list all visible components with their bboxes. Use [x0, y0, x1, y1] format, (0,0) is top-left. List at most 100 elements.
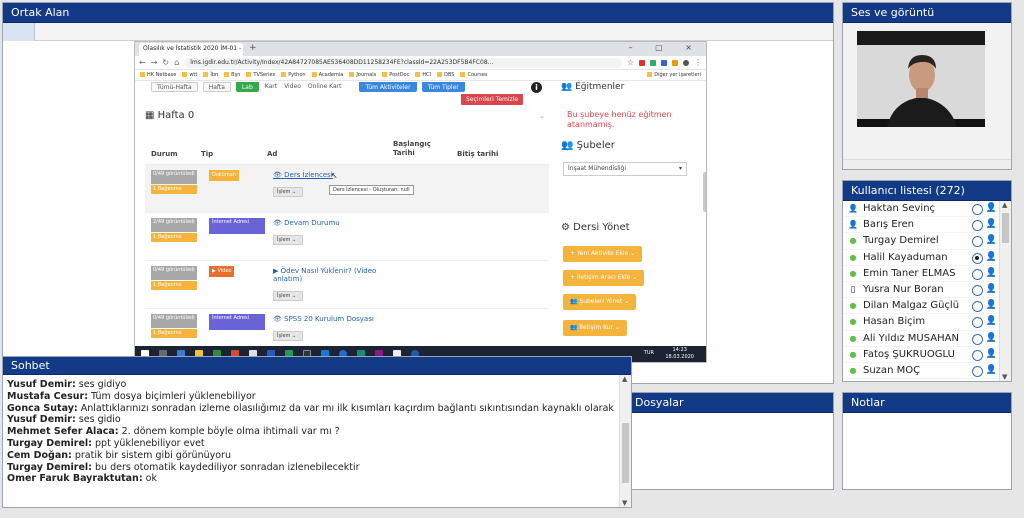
user-list-item[interactable]: ● Dilan Malgaz Güçlü 👤: [843, 298, 999, 315]
person-icon[interactable]: 👤: [986, 203, 997, 213]
select-radio-icon[interactable]: [972, 284, 983, 296]
scroll-down-icon[interactable]: ▼: [622, 499, 627, 507]
activity-link[interactable]: 👁 SPSS 20 Kurulum Dosyası: [273, 315, 374, 323]
person-icon[interactable]: 👤: [986, 365, 997, 375]
like-badge[interactable]: 1 Beğenme: [151, 329, 197, 338]
home-icon[interactable]: ⌂: [174, 58, 179, 67]
activity-link[interactable]: 👁 Devam Durumu: [273, 219, 340, 227]
user-list-item[interactable]: ● Turgay Demirel 👤: [843, 233, 999, 250]
activity-link[interactable]: ▶ Ödev Nasıl Yüklenir? (Video anlatım): [273, 267, 383, 283]
contact-button[interactable]: 👥 İletişim Kur ⌄: [563, 320, 627, 336]
clear-selection-button[interactable]: Seçimleri Temizle: [461, 94, 524, 105]
person-icon[interactable]: 👤: [986, 235, 997, 245]
filter-button[interactable]: Tümü-Hafta: [151, 82, 198, 92]
user-list-item[interactable]: 👤 Haktan Sevinç 👤: [843, 201, 999, 218]
window-controls[interactable]: – ▢ ×: [629, 43, 702, 52]
person-icon[interactable]: 👤: [986, 252, 997, 262]
bookmark-item[interactable]: Journals: [349, 72, 376, 78]
person-icon[interactable]: 👤: [986, 316, 997, 326]
action-dropdown[interactable]: İşlem ⌄: [273, 331, 303, 341]
bookmark-item[interactable]: HCI: [415, 72, 431, 78]
person-icon[interactable]: 👤: [986, 219, 997, 229]
person-icon[interactable]: 👤: [986, 300, 997, 310]
bookmark-item[interactable]: Python: [281, 72, 306, 78]
bookmark-item[interactable]: HK Netbase: [140, 72, 176, 78]
like-badge[interactable]: 1 Beğenme: [151, 233, 197, 242]
scroll-thumb[interactable]: [622, 423, 629, 483]
select-radio-icon[interactable]: [972, 365, 983, 377]
add-activity-button[interactable]: + Yeni Aktivite Ekle ⌄: [563, 246, 643, 262]
bookmark-item[interactable]: Diğer yer işaretleri: [647, 72, 701, 78]
back-icon[interactable]: ←: [139, 58, 146, 67]
filter-button[interactable]: Video: [283, 82, 302, 92]
manage-branches-button[interactable]: 👥 Şubeleri Yönet ⌄: [563, 294, 637, 310]
user-list-item[interactable]: 👤 Barış Eren 👤: [843, 217, 999, 234]
extension-icon[interactable]: [672, 59, 678, 66]
select-radio-icon[interactable]: [972, 204, 983, 215]
language-indicator[interactable]: TUR: [644, 350, 654, 356]
extension-icon[interactable]: [661, 59, 667, 66]
bookmark-item[interactable]: Academia: [311, 72, 343, 78]
user-list-header: Kullanıcı listesi (272): [843, 181, 1011, 201]
scroll-down-icon[interactable]: ▼: [1002, 373, 1007, 381]
select-radio-icon[interactable]: [972, 268, 983, 280]
action-dropdown[interactable]: İşlem ⌄: [273, 235, 303, 245]
info-icon[interactable]: i: [531, 82, 542, 93]
new-tab-icon[interactable]: +: [249, 43, 257, 53]
extension-icon[interactable]: [650, 59, 656, 66]
action-dropdown[interactable]: İşlem ⌄: [273, 291, 303, 301]
select-radio-icon[interactable]: [972, 333, 983, 345]
page-scrollbar[interactable]: [703, 172, 706, 212]
bookmark-item[interactable]: wtt: [182, 72, 197, 78]
select-radio-icon[interactable]: [972, 349, 983, 361]
like-badge[interactable]: 1 Beğenme: [151, 185, 197, 194]
filter-button[interactable]: Online Kart: [307, 82, 343, 92]
bookmark-item[interactable]: Courses: [460, 72, 488, 78]
filter-button[interactable]: Kart: [264, 82, 278, 92]
like-badge[interactable]: 1 Beğenme: [151, 281, 197, 290]
bookmark-item[interactable]: Bşn: [224, 72, 240, 78]
url-field[interactable]: lms.igdir.edu.tr/Activity/Index/42A84727…: [184, 57, 622, 68]
star-icon[interactable]: ☆: [627, 58, 634, 67]
person-icon[interactable]: 👤: [986, 349, 997, 359]
forward-icon[interactable]: →: [151, 58, 158, 67]
bookmark-item[interactable]: DBS: [437, 72, 454, 78]
select-radio-icon[interactable]: [972, 252, 983, 264]
user-list-item[interactable]: ● Ali Yıldız MUSAHAN 👤: [843, 331, 999, 347]
browser-tab[interactable]: Olasılık ve İstatistik 2020 İM-01 - ×: [139, 43, 243, 56]
scroll-up-icon[interactable]: ▲: [1002, 201, 1007, 209]
extension-icon[interactable]: [639, 59, 645, 66]
bookmark-item[interactable]: İbn: [203, 72, 218, 78]
user-list-item[interactable]: ▯ Yusra Nur Boran 👤: [843, 282, 999, 299]
scroll-up-icon[interactable]: ▲: [622, 375, 627, 383]
reload-icon[interactable]: ↻: [162, 58, 169, 67]
filter-button[interactable]: Hafta: [202, 82, 231, 92]
filter-button[interactable]: Lab: [235, 82, 259, 92]
user-list-item[interactable]: ● Hasan Biçim 👤: [843, 314, 999, 331]
add-communication-tool-button[interactable]: + İletişim Aracı Ekle ⌄: [563, 270, 645, 286]
shared-area-tab[interactable]: [3, 23, 35, 41]
chevron-down-icon[interactable]: ⌄: [539, 112, 545, 120]
audio-video-scrollbar[interactable]: [843, 159, 1011, 169]
chat-text: bu ders otomatik kaydediliyor sonradan i…: [91, 461, 360, 473]
activity-link[interactable]: 👁 Ders İzlencesi: [273, 171, 333, 179]
user-list-item[interactable]: ● Halil Kayaduman 👤: [843, 250, 999, 266]
scroll-thumb[interactable]: [1002, 213, 1009, 243]
user-list-item[interactable]: ● Emin Taner ELMAS 👤: [843, 266, 999, 282]
chat-scrollbar[interactable]: ▲ ▼: [619, 375, 631, 507]
filter-button[interactable]: Tüm Tipler: [421, 82, 465, 92]
bookmark-item[interactable]: TVSeries: [246, 72, 275, 78]
user-list-item[interactable]: ● Suzan MOÇ 👤: [843, 363, 999, 380]
person-icon[interactable]: 👤: [986, 268, 997, 278]
user-list-scrollbar[interactable]: ▲ ▼: [999, 201, 1011, 381]
filter-button[interactable]: Tüm Aktiviteler: [359, 82, 417, 92]
profile-icon[interactable]: [683, 59, 689, 66]
person-icon[interactable]: 👤: [986, 333, 997, 343]
menu-icon[interactable]: ⋮: [694, 58, 702, 67]
branch-select[interactable]: İnşaat Mühendisliği ▾: [563, 162, 687, 176]
action-dropdown[interactable]: İşlem ⌄: [273, 187, 303, 197]
person-icon[interactable]: 👤: [986, 284, 997, 294]
user-list-item[interactable]: ● Fatoş ŞÜKRÜOĞLU 👤: [843, 347, 999, 363]
bookmark-item[interactable]: PostDoc: [382, 72, 409, 78]
taskbar-clock[interactable]: 14:23 18.03.2020: [665, 347, 694, 361]
